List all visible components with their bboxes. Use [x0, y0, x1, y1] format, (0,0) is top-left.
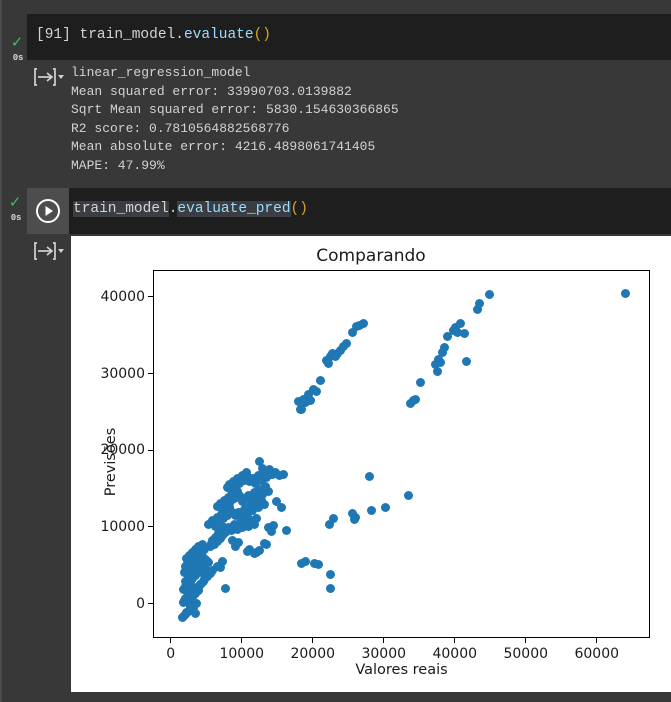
scatter-point — [620, 288, 630, 298]
cell-1-index-label: [91] — [36, 27, 71, 43]
cell-2-code-method: evaluate_pred — [177, 201, 291, 217]
scatter-point — [242, 547, 252, 557]
cell-2-code-line: train_model.evaluate_pred() — [73, 201, 308, 217]
scatter-point — [341, 338, 351, 348]
cell-1-code-object: train_model — [79, 27, 176, 43]
cell-1-output-text: linear_regression_model Mean squared erro… — [71, 64, 399, 176]
scatter-point — [276, 503, 286, 513]
x-tick-mark — [383, 638, 385, 643]
scatter-point — [185, 601, 195, 611]
plot-axes — [153, 270, 650, 638]
y-tick-label: 0 — [136, 595, 145, 612]
scatter-point — [435, 357, 445, 367]
scatter-point — [358, 318, 368, 328]
check-icon: ✓ — [8, 194, 22, 211]
cell-1-code-line: [91] train_model.evaluate() — [36, 27, 271, 43]
scatter-point — [461, 356, 471, 366]
scatter-point — [416, 377, 426, 387]
scatter-point — [263, 486, 273, 496]
scatter-point — [279, 470, 289, 480]
x-tick-label: 10000 — [219, 646, 265, 662]
cell-2-code-object: train_model — [73, 201, 169, 217]
scatter-point — [252, 514, 262, 524]
scatter-point — [269, 521, 279, 531]
scatter-point — [474, 299, 484, 309]
scatter-point — [404, 491, 414, 501]
y-tick-label: 30000 — [100, 365, 145, 382]
cell-1-code-editor[interactable]: [91] train_model.evaluate() — [27, 14, 671, 60]
y-tick-mark — [148, 449, 153, 451]
x-tick-mark — [454, 638, 456, 643]
scatter-point — [313, 560, 323, 570]
output-line-2: R2 score: 0.7810564882568776 — [71, 120, 290, 136]
scatter-point — [325, 583, 335, 593]
x-tick-mark — [241, 638, 243, 643]
y-tick-label: 40000 — [100, 288, 145, 305]
cell-1-exec-time: 0s — [12, 53, 24, 63]
x-tick-mark — [596, 638, 598, 643]
scatter-point — [315, 376, 325, 386]
scatter-point — [432, 366, 442, 376]
scatter-point — [485, 290, 495, 300]
cell-2-exec-time: 0s — [10, 213, 22, 223]
scatter-point — [366, 506, 376, 516]
cell-2-code-editor[interactable]: train_model.evaluate_pred() — [69, 188, 671, 234]
notebook-left-rule — [0, 0, 2, 702]
output-line-3: Mean absolute error: 4216.4898061741405 — [71, 139, 376, 155]
check-icon: ✓ — [10, 34, 24, 51]
output-title: linear_regression_model — [71, 65, 251, 80]
y-tick-mark — [148, 602, 153, 605]
scatter-point — [364, 471, 374, 481]
output-toggle-icon[interactable] — [33, 239, 67, 263]
y-tick-mark — [148, 296, 153, 298]
x-tick-mark — [170, 638, 172, 643]
matplotlib-figure: Comparando 0 10000 20000 30000 40000 0 10000 2… — [71, 236, 671, 692]
cell-1-gutter: ✓ 0s — [2, 14, 27, 63]
scatter-point — [221, 583, 231, 593]
output-line-1: Sqrt Mean squared error: 5830.1546303668… — [71, 102, 399, 118]
scatter-point — [312, 386, 322, 396]
scatter-point — [455, 319, 465, 329]
scatter-point — [193, 541, 203, 551]
play-icon — [36, 199, 60, 223]
cell-1-output: linear_regression_model Mean squared erro… — [27, 60, 671, 185]
scatter-point — [199, 577, 209, 586]
scatter-point — [259, 500, 269, 510]
cell-1-code-dot: . — [175, 27, 184, 43]
scatter-point — [439, 343, 449, 353]
scatter-point — [411, 394, 421, 404]
y-axis-label: Previsões — [103, 427, 119, 497]
x-tick-mark — [312, 638, 314, 643]
scatter-point — [380, 502, 390, 512]
notebook-page: ✓ 0s [91] train_model.evaluate() linear_… — [0, 0, 671, 702]
scatter-point — [282, 525, 292, 535]
x-tick-label: 40000 — [432, 646, 478, 662]
scatter-point — [306, 396, 316, 406]
y-tick-mark — [148, 372, 153, 375]
output-line-4: MAPE: 47.99% — [71, 157, 165, 173]
output-toggle-icon[interactable] — [33, 65, 67, 89]
cell-2-code-parens: () — [290, 201, 308, 217]
x-tick-label: 60000 — [574, 646, 620, 662]
x-tick-mark — [525, 638, 527, 643]
x-tick-label: 0 — [166, 646, 176, 662]
cell-2-output: Comparando 0 10000 20000 30000 40000 0 10000 2… — [27, 234, 671, 702]
scatter-point — [351, 512, 361, 522]
x-tick-label: 20000 — [290, 646, 336, 662]
scatter-point — [301, 557, 311, 567]
cell-1-code-method: evaluate — [183, 27, 254, 43]
run-cell-button[interactable] — [27, 188, 69, 234]
y-tick-mark — [148, 526, 153, 528]
scatter-point — [262, 540, 272, 550]
output-line-0: Mean squared error: 33990703.0139882 — [71, 83, 352, 99]
scatter-point — [326, 570, 336, 580]
chart-title: Comparando — [316, 246, 426, 266]
code-space-1 — [71, 27, 80, 43]
scatter-point — [329, 514, 339, 524]
x-axis-label: Valores reais — [355, 662, 448, 678]
x-tick-label: 30000 — [361, 646, 407, 662]
cell-1-code-parens: () — [253, 27, 271, 43]
x-tick-label: 50000 — [503, 646, 549, 662]
scatter-point — [459, 329, 469, 339]
